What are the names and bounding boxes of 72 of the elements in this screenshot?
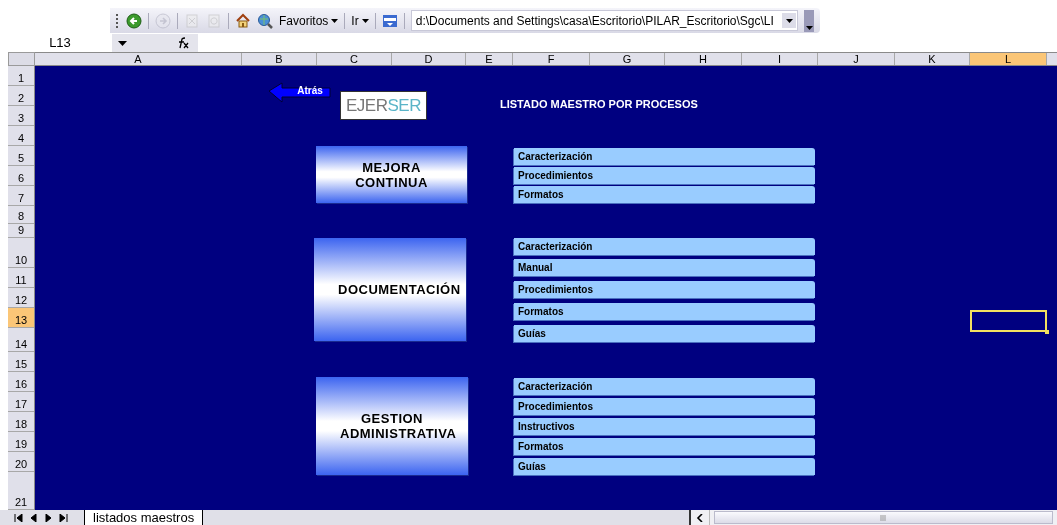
next-tab-icon[interactable] bbox=[44, 513, 53, 522]
list-link-button[interactable]: Procedimientos bbox=[514, 281, 815, 298]
column-header[interactable]: G bbox=[590, 53, 665, 65]
scroll-thumb-grip-icon[interactable] bbox=[879, 513, 888, 522]
list-link-button[interactable]: Caracterización bbox=[514, 148, 815, 165]
selected-cell[interactable] bbox=[970, 310, 1047, 332]
row-header[interactable]: 9 bbox=[8, 224, 34, 238]
previous-tab-icon[interactable] bbox=[29, 513, 38, 522]
column-header[interactable]: D bbox=[392, 53, 466, 65]
last-tab-icon[interactable] bbox=[59, 513, 68, 522]
list-link-button[interactable]: Guías bbox=[514, 458, 815, 475]
row-header[interactable]: 13 bbox=[8, 308, 34, 328]
row-header[interactable]: 15 bbox=[8, 352, 34, 372]
scroll-left-icon[interactable] bbox=[695, 513, 705, 522]
home-icon[interactable] bbox=[235, 12, 251, 29]
column-header[interactable]: J bbox=[818, 53, 895, 65]
row-header[interactable]: 1 bbox=[8, 66, 34, 86]
list-link-button[interactable]: Formatos bbox=[514, 186, 815, 203]
list-link-button[interactable]: Procedimientos bbox=[514, 398, 815, 415]
row-header[interactable]: 19 bbox=[8, 432, 34, 452]
row-header[interactable]: 14 bbox=[8, 328, 34, 352]
row-header[interactable]: 2 bbox=[8, 86, 34, 106]
back-arrow-button[interactable]: Atrás bbox=[268, 82, 332, 104]
list-link-button[interactable]: Instructivos bbox=[514, 418, 815, 435]
search-icon[interactable] bbox=[257, 12, 273, 29]
row-header[interactable]: 16 bbox=[8, 372, 34, 392]
sheet-tab[interactable]: listados maestros bbox=[84, 510, 204, 525]
page-title: LISTADO MAESTRO POR PROCESOS bbox=[500, 98, 698, 110]
list-link-button[interactable]: Caracterización bbox=[514, 378, 815, 395]
column-header[interactable]: I bbox=[742, 53, 818, 65]
overflow-icon[interactable] bbox=[804, 9, 814, 32]
logo: EJERSER bbox=[340, 91, 427, 120]
list-link-button[interactable]: Manual bbox=[514, 259, 815, 276]
menu-button[interactable]: Favoritos bbox=[279, 13, 339, 28]
name-box[interactable]: L13 bbox=[8, 34, 112, 52]
column-header[interactable]: F bbox=[513, 53, 590, 65]
row-header[interactable]: 17 bbox=[8, 392, 34, 412]
process-button[interactable]: GESTION ADMINISTRATIVA bbox=[316, 377, 468, 475]
process-button[interactable]: DOCUMENTACIÓN bbox=[314, 238, 466, 341]
dropdown-icon[interactable] bbox=[118, 40, 127, 46]
back-icon[interactable] bbox=[126, 12, 142, 29]
row-header[interactable]: 7 bbox=[8, 186, 34, 206]
column-header[interactable]: A bbox=[35, 53, 242, 65]
list-link-button[interactable]: Procedimientos bbox=[514, 167, 815, 184]
row-header[interactable]: 18 bbox=[8, 412, 34, 432]
list-link-button[interactable]: Caracterización bbox=[514, 238, 815, 255]
address-field[interactable]: d:\Documents and Settings\casa\Escritorio\PILAR_Escritorio\Sgc\LI bbox=[410, 10, 798, 31]
horizontal-scrollbar[interactable] bbox=[689, 510, 1057, 525]
caret-icon bbox=[361, 18, 369, 23]
row-header[interactable]: 10 bbox=[8, 238, 34, 268]
row-header[interactable]: 11 bbox=[8, 268, 34, 288]
row-header[interactable]: 3 bbox=[8, 106, 34, 126]
list-link-button[interactable]: Formatos bbox=[514, 438, 815, 455]
download-icon[interactable] bbox=[381, 12, 398, 29]
row-header[interactable]: 20 bbox=[8, 452, 34, 472]
column-header[interactable]: L bbox=[970, 53, 1047, 65]
list-link-button[interactable]: Guías bbox=[514, 325, 815, 342]
column-header[interactable]: B bbox=[242, 53, 317, 65]
list-link-button[interactable]: Formatos bbox=[514, 303, 815, 320]
row-header[interactable]: 8 bbox=[8, 206, 34, 224]
caret-icon bbox=[331, 18, 339, 23]
row-header[interactable]: 6 bbox=[8, 166, 34, 186]
column-header[interactable]: H bbox=[665, 53, 742, 65]
row-header[interactable]: 5 bbox=[8, 146, 34, 166]
column-header[interactable]: E bbox=[466, 53, 513, 65]
function-icon[interactable] bbox=[176, 37, 190, 49]
dropdown-icon[interactable] bbox=[782, 13, 796, 28]
process-button[interactable]: MEJORA CONTINUA bbox=[316, 146, 467, 203]
row-header[interactable]: 4 bbox=[8, 126, 34, 146]
menu-button[interactable]: Ir bbox=[351, 13, 369, 28]
first-tab-icon[interactable] bbox=[14, 513, 23, 522]
column-header[interactable]: C bbox=[317, 53, 392, 65]
